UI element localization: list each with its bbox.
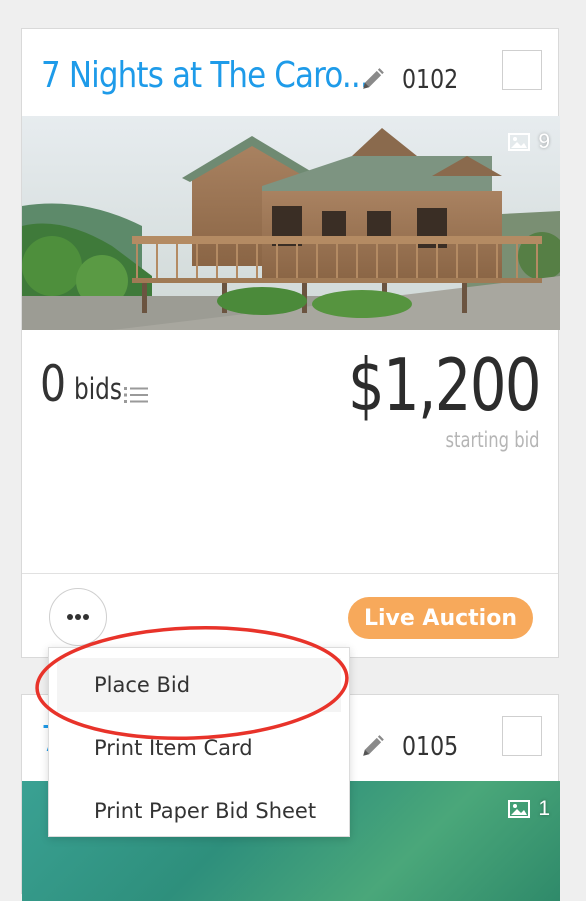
image-icon — [508, 133, 531, 151]
photo-count: 9 — [508, 130, 550, 154]
house-photo — [22, 116, 560, 330]
item-number: 0102 — [402, 65, 459, 95]
pencil-icon[interactable] — [360, 733, 386, 759]
ellipsis-icon — [67, 614, 89, 620]
item-number: 0105 — [402, 732, 459, 762]
select-checkbox[interactable] — [502, 50, 542, 90]
select-checkbox[interactable] — [502, 716, 542, 756]
photo-count: 1 — [508, 797, 550, 821]
starting-price: $1,200 — [348, 343, 542, 427]
pencil-icon[interactable] — [360, 66, 386, 92]
bid-count: 0 — [40, 355, 67, 413]
menu-item-place-bid[interactable]: Place Bid — [57, 658, 341, 712]
divider — [22, 573, 558, 574]
list-icon[interactable] — [124, 385, 148, 405]
more-options-button[interactable] — [49, 588, 107, 646]
more-options-menu: Place Bid Print Item Card Print Paper Bi… — [48, 647, 350, 837]
photo-count-value: 9 — [538, 130, 550, 153]
status-badge: Live Auction — [347, 597, 533, 639]
bids-label: bids — [74, 372, 122, 406]
menu-item-print-item-card[interactable]: Print Item Card — [57, 721, 341, 775]
image-icon — [508, 800, 531, 818]
photo-count-value: 1 — [538, 797, 550, 820]
item-photo[interactable]: 9 — [22, 116, 560, 330]
price-caption: starting bid — [445, 428, 540, 452]
item-card: 7 Nights at The Caro... 0102 9 0 bids $1… — [21, 28, 560, 658]
item-title[interactable]: 7 Nights at The Caro... — [41, 55, 370, 96]
menu-item-print-paper-bid-sheet[interactable]: Print Paper Bid Sheet — [57, 784, 341, 838]
